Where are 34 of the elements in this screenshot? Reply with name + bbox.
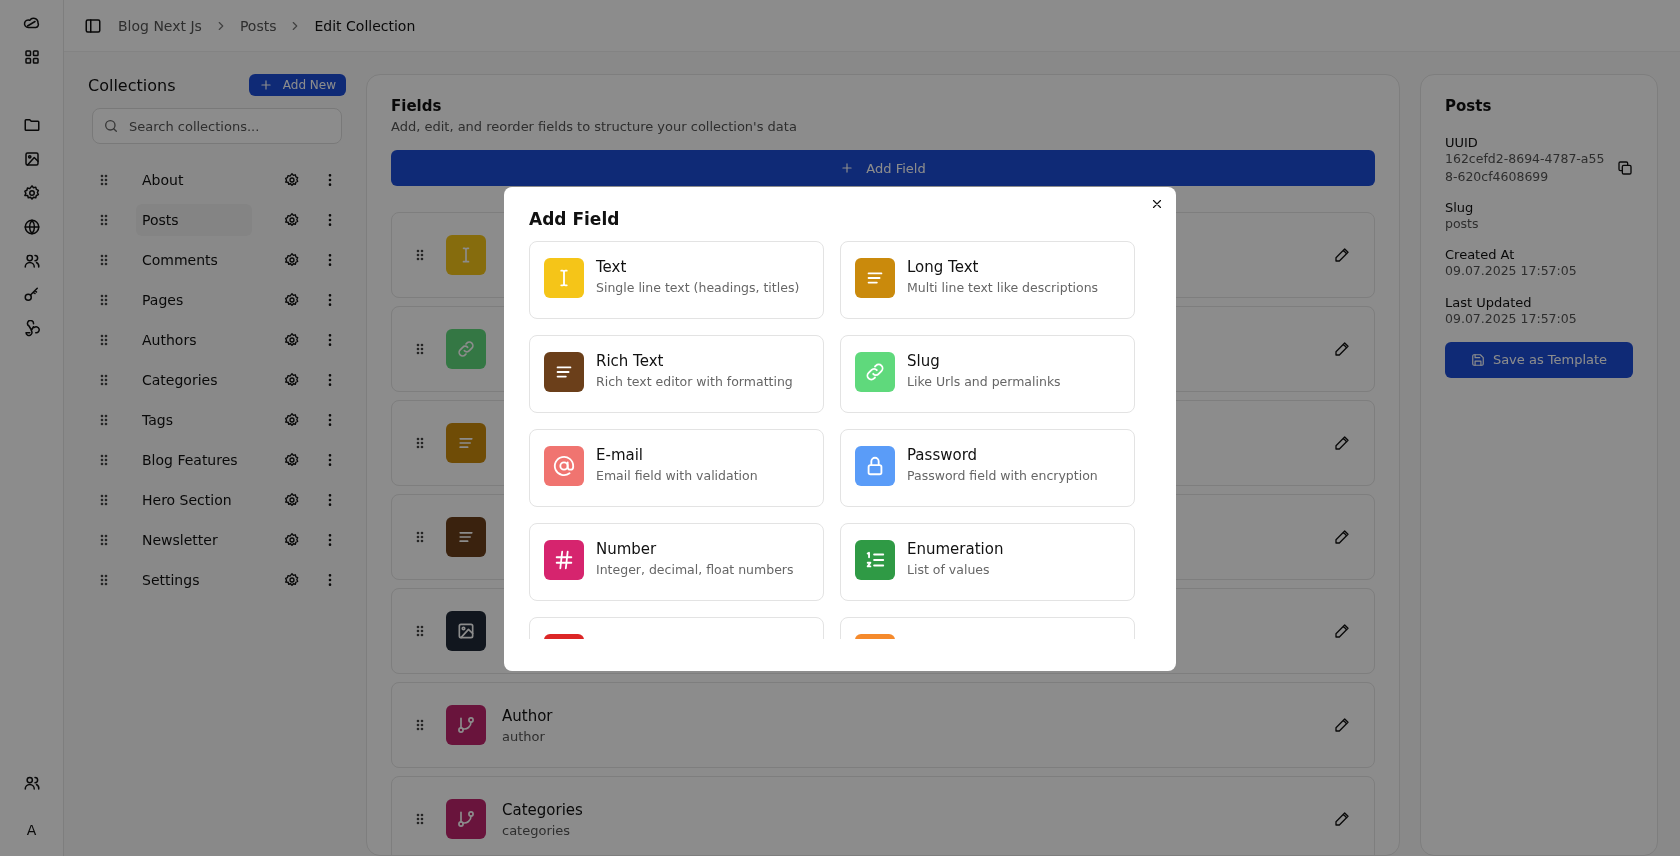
info-value: posts [1445, 215, 1479, 234]
collections-title: Collections [88, 75, 176, 95]
option-description: Password field with encryption [907, 468, 1098, 483]
info-value: 09.07.2025 17:57:05 [1445, 310, 1577, 328]
option-description: Like Urls and permalinks [907, 374, 1061, 389]
fields-title: Fields [391, 97, 443, 115]
dialog-title: Add Field [529, 209, 621, 229]
fields-description: Add, edit, and reorder fields to structure your collection's data [391, 119, 798, 134]
option-title: Long Text [907, 258, 980, 276]
option-title: Text [596, 258, 628, 276]
option-description: List of values [907, 562, 991, 577]
field-key: author [502, 728, 545, 744]
info-label: UUID [1445, 135, 1479, 150]
info-label: Created At [1445, 247, 1516, 263]
option-title: Slug [907, 352, 941, 370]
option-description: Email field with validation [596, 468, 758, 483]
option-description: Single line text (headings, titles) [596, 280, 800, 295]
info-label: Last Updated [1445, 294, 1533, 310]
info-title: Posts [1445, 97, 1493, 115]
option-title: Password [907, 446, 979, 464]
field-key: categories [502, 822, 571, 838]
info-value: 162cefd2-8694-4787-a558-620cf4608699 [1445, 150, 1606, 187]
option-description: Rich text editor with formatting [596, 374, 793, 389]
option-title: Number [596, 540, 658, 558]
info-value: 09.07.2025 17:57:05 [1445, 262, 1577, 281]
field-name: Author [502, 706, 553, 725]
option-title: E-mail [596, 446, 645, 464]
field-name: Categories [502, 800, 583, 819]
option-title: Enumeration [907, 540, 1004, 558]
breadcrumb-current: Edit Collection [314, 17, 416, 34]
option-description: Integer, decimal, float numbers [596, 562, 794, 577]
option-title: Rich Text [596, 352, 665, 370]
info-label: Slug [1445, 200, 1475, 216]
option-description: Multi line text like descriptions [907, 280, 1099, 295]
